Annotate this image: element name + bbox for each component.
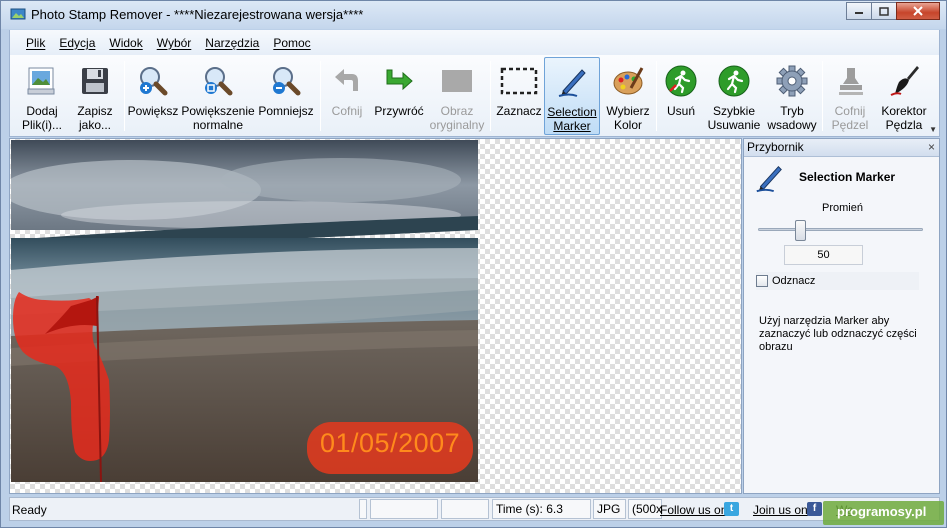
undo-brush-label: Cofnij Pędzel <box>831 104 869 132</box>
status-ready: Ready <box>12 503 47 517</box>
selection-marker-label: Selection Marker <box>547 105 597 133</box>
runner-icon <box>665 65 697 97</box>
panel-header: Przybornik × <box>744 139 939 157</box>
menu-wybor[interactable]: Wybór <box>157 36 192 50</box>
menu-narzedzia[interactable]: Narzędzia <box>205 36 259 50</box>
radius-label: Promień <box>822 202 863 214</box>
undo-label: Cofnij <box>331 104 363 118</box>
original-image-icon <box>442 70 472 92</box>
zoom-out-icon <box>273 67 301 96</box>
menu-edycja[interactable]: Edycja <box>59 36 95 50</box>
follow-us-link[interactable]: Follow us on <box>660 503 727 517</box>
save-as-button[interactable]: Zapisz jako... <box>70 57 120 135</box>
join-us-link[interactable]: Join us on <box>753 503 808 517</box>
zoom-out-label: Pomniejsz <box>258 104 314 118</box>
add-file-button[interactable]: Dodaj Plik(i)... <box>14 57 70 135</box>
brush-corrector-label: Korektor Pędzla <box>881 104 927 132</box>
zoom-normal-button[interactable]: Powiększenie normalne <box>180 57 256 135</box>
image-canvas[interactable]: 01/05/2007 <box>9 138 742 494</box>
zoom-normal-label: Powiększenie normalne <box>181 104 255 132</box>
zoom-normal-icon <box>205 67 233 96</box>
status-cell-empty-1 <box>359 499 367 519</box>
redo-arrow-icon <box>386 69 413 91</box>
quick-remove-label: Szybkie Usuwanie <box>707 104 761 132</box>
brush-corrector-button[interactable]: Korektor Pędzla <box>876 57 932 135</box>
maximize-button[interactable] <box>871 2 897 20</box>
zoom-in-label: Powiększ <box>127 104 179 118</box>
radius-slider-thumb[interactable] <box>795 220 806 241</box>
close-icon <box>913 6 923 16</box>
undo-button[interactable]: Cofnij <box>324 57 370 135</box>
odznacz-option[interactable]: Odznacz <box>756 272 919 290</box>
menu-pomoc[interactable]: Pomoc <box>273 36 310 50</box>
palette-icon <box>613 67 644 95</box>
remove-button[interactable]: Usuń <box>658 57 704 135</box>
title-bar: Photo Stamp Remover - ****Niezarejestrow… <box>1 1 946 29</box>
undo-brush-button[interactable]: Cofnij Pędzel <box>824 57 876 135</box>
maximize-icon <box>879 6 889 16</box>
add-picture-icon <box>27 67 55 95</box>
status-time: Time (s): 6.3 <box>492 499 591 519</box>
add-file-label: Dodaj Plik(i)... <box>22 104 62 132</box>
panel-close-icon[interactable]: × <box>928 139 935 156</box>
twitter-icon[interactable]: t <box>724 502 739 516</box>
menu-bar: Plik Edycja Widok Wybór Narzędzia Pomoc <box>9 30 940 55</box>
minimize-button[interactable] <box>846 2 872 20</box>
pick-color-label: Wybierz Kolor <box>606 104 650 132</box>
toolbar: Dodaj Plik(i)... Zapisz jako... Powiększ <box>9 55 940 137</box>
odznacz-checkbox[interactable] <box>756 275 768 287</box>
date-stamp: 01/05/2007 <box>320 428 461 458</box>
batch-mode-label: Tryb wsadowy <box>767 104 817 132</box>
select-label: Zaznacz <box>496 104 542 118</box>
toolbox-panel: Przybornik × Selection Marker Promień 50… <box>743 138 940 494</box>
redo-button[interactable]: Przywróć <box>370 57 428 135</box>
app-window: Photo Stamp Remover - ****Niezarejestrow… <box>0 0 947 528</box>
zoom-in-button[interactable]: Powiększ <box>126 57 180 135</box>
remove-label: Usuń <box>666 104 695 118</box>
original-image-button[interactable]: Obraz oryginalny <box>428 57 486 135</box>
rect-select-icon <box>500 67 538 95</box>
odznacz-label: Odznacz <box>772 275 816 287</box>
zoom-in-icon <box>140 67 168 96</box>
selection-marker-button[interactable]: Selection Marker <box>544 57 600 135</box>
minimize-icon <box>855 12 863 14</box>
menu-widok[interactable]: Widok <box>109 36 142 50</box>
redo-label: Przywróć <box>374 104 424 118</box>
marker-pen-icon <box>558 69 586 97</box>
radius-value-field[interactable]: 50 <box>784 245 863 265</box>
original-image-label: Obraz oryginalny <box>429 104 485 132</box>
select-button[interactable]: Zaznacz <box>494 57 544 135</box>
facebook-icon[interactable]: f <box>807 502 822 516</box>
status-bar: Ready Time (s): 6.3 JPG (500x Follow us … <box>9 497 940 521</box>
panel-tool-name: Selection Marker <box>799 170 896 184</box>
watermark: programosy.pl <box>823 501 944 525</box>
panel-title: Przybornik <box>747 140 804 154</box>
batch-mode-button[interactable]: Tryb wsadowy <box>764 57 820 135</box>
quick-remove-button[interactable]: Szybkie Usuwanie <box>704 57 764 135</box>
undo-arrow-icon <box>335 69 358 91</box>
pick-color-button[interactable]: Wybierz Kolor <box>600 57 656 135</box>
quick-runner-icon <box>718 65 750 97</box>
app-icon <box>10 8 26 20</box>
close-button[interactable] <box>896 2 940 20</box>
brush-icon <box>890 66 919 96</box>
save-disk-icon <box>82 68 108 94</box>
status-cell-empty-3 <box>441 499 489 519</box>
radius-slider-track <box>758 228 923 231</box>
help-text: Użyj narzędzia Marker aby zaznaczyć lub … <box>759 315 917 353</box>
menu-plik[interactable]: Plik <box>26 36 45 50</box>
save-as-label: Zapisz jako... <box>77 104 113 132</box>
window-title: Photo Stamp Remover - ****Niezarejestrow… <box>31 7 364 22</box>
status-dimensions: (500x <box>628 499 662 519</box>
status-format: JPG <box>593 499 626 519</box>
zoom-out-button[interactable]: Pomniejsz <box>256 57 316 135</box>
marker-pen-icon <box>756 166 782 193</box>
radius-slider[interactable] <box>758 219 923 241</box>
toolbar-overflow-icon[interactable]: ▼ <box>929 125 937 134</box>
stamp-icon <box>839 68 863 95</box>
status-cell-empty-2 <box>370 499 438 519</box>
gear-icon <box>776 65 808 97</box>
